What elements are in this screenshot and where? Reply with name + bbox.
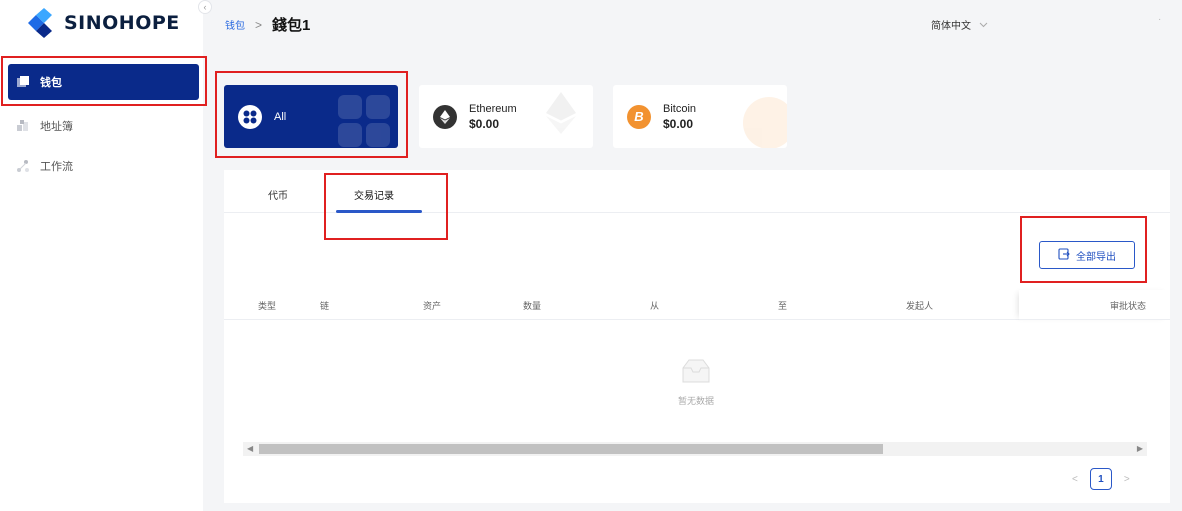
ethereum-watermark-icon xyxy=(543,85,579,146)
logo[interactable]: SINOHOPE xyxy=(24,8,180,38)
export-all-label: 全部导出 xyxy=(1076,251,1116,263)
chevron-down-icon xyxy=(979,20,988,30)
workflow-icon xyxy=(16,159,30,173)
all-assets-icon xyxy=(238,104,262,129)
column-header-asset: 资产 xyxy=(423,301,442,311)
more-menu[interactable]: · xyxy=(1158,14,1161,25)
sidebar-item-address-book[interactable]: 地址簿 xyxy=(8,108,199,144)
fixed-column-header: 审批状态 xyxy=(1019,290,1170,320)
address-book-icon xyxy=(16,119,30,133)
tab-bar: 代币 交易记录 xyxy=(224,170,1170,213)
scroll-left-icon[interactable]: ◀ xyxy=(247,444,253,453)
tab-transactions[interactable]: 交易记录 xyxy=(354,187,394,202)
chevron-left-icon: ‹ xyxy=(203,2,207,12)
asset-card-all[interactable]: All xyxy=(224,85,398,148)
sidebar-item-workflow[interactable]: 工作流 xyxy=(8,148,199,184)
wallet-icon xyxy=(16,75,30,89)
language-label: 简体中文 xyxy=(931,21,971,32)
horizontal-scrollbar[interactable]: ◀ ▶ xyxy=(243,442,1147,456)
page-title: 錢包1 xyxy=(272,17,311,34)
asset-amount: $0.00 xyxy=(663,116,694,131)
column-header-initiator: 发起人 xyxy=(906,301,934,311)
column-header-to: 至 xyxy=(778,301,788,311)
column-header-chain: 链 xyxy=(320,301,330,311)
asset-card-bitcoin[interactable]: B Bitcoin $0.00 xyxy=(613,85,787,148)
scroll-right-icon[interactable]: ▶ xyxy=(1137,444,1143,453)
sidebar-item-label: 地址簿 xyxy=(40,121,73,133)
ethereum-icon xyxy=(433,104,457,129)
sidebar-item-label: 钱包 xyxy=(40,77,62,89)
column-header-approval-status: 审批状态 xyxy=(1109,301,1146,311)
asset-name: Bitcoin xyxy=(663,102,697,115)
empty-text: 暂无数据 xyxy=(678,396,715,406)
sidebar-item-label: 工作流 xyxy=(40,161,73,173)
sidebar: SINOHOPE 钱包 地址簿 工作流 xyxy=(0,0,203,511)
transactions-panel: 代币 交易记录 全部导出 类型 链 资产 数量 从 至 发起人 审批状态 暂无数… xyxy=(224,170,1170,503)
column-header-type: 类型 xyxy=(258,301,277,311)
page-number-button[interactable]: 1 xyxy=(1089,468,1112,490)
prev-page-button[interactable]: < xyxy=(1072,474,1078,485)
column-header-amount: 数量 xyxy=(523,301,542,311)
brand-name: SINOHOPE xyxy=(64,12,180,34)
sidebar-item-wallet[interactable]: 钱包 xyxy=(8,64,199,100)
asset-name: All xyxy=(274,110,287,123)
breadcrumb-parent[interactable]: 钱包 xyxy=(225,17,245,32)
asset-card-ethereum[interactable]: Ethereum $0.00 xyxy=(419,85,593,148)
active-tab-indicator xyxy=(336,210,422,213)
sinohope-logo-icon xyxy=(24,8,56,38)
pagination: < 1 > xyxy=(1072,468,1130,490)
scrollbar-thumb[interactable] xyxy=(259,444,883,454)
all-assets-watermark-icon xyxy=(336,93,392,148)
asset-amount: $0.00 xyxy=(469,116,500,131)
empty-inbox-icon xyxy=(679,358,713,386)
breadcrumb-separator: > xyxy=(255,17,263,32)
language-selector[interactable]: 简体中文 xyxy=(931,17,988,32)
table-header: 类型 链 资产 数量 从 至 发起人 审批状态 xyxy=(224,290,1170,320)
breadcrumb: 钱包 > 錢包1 xyxy=(225,14,310,35)
bitcoin-watermark-icon xyxy=(741,95,787,148)
column-header-from: 从 xyxy=(650,301,660,311)
export-all-button[interactable]: 全部导出 xyxy=(1039,241,1135,269)
next-page-button[interactable]: > xyxy=(1124,474,1130,485)
sidebar-collapse-button[interactable]: ‹ xyxy=(198,0,212,14)
bitcoin-icon: B xyxy=(627,104,651,129)
empty-state: 暂无数据 xyxy=(678,358,714,407)
export-icon xyxy=(1058,247,1070,263)
tab-tokens[interactable]: 代币 xyxy=(268,187,288,202)
asset-name: Ethereum xyxy=(469,102,517,115)
